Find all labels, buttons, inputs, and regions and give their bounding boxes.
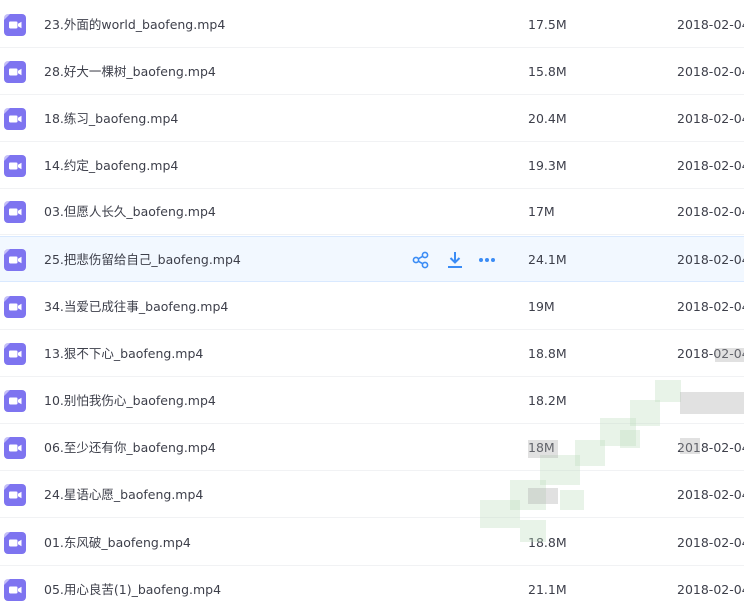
- file-row[interactable]: 23.外面的world_baofeng.mp4 17.5M 2018-02-04: [0, 2, 744, 48]
- file-date: 2018-02-04: [677, 204, 744, 219]
- file-size: 18.8M: [528, 535, 567, 550]
- video-file-icon: [4, 155, 26, 177]
- file-size: 20.4M: [528, 111, 567, 126]
- more-icon[interactable]: [476, 249, 498, 271]
- file-date: 2018-02-04: [677, 487, 744, 502]
- video-file-icon: [4, 201, 26, 223]
- file-date: 2018-02-04: [677, 158, 744, 173]
- file-name[interactable]: 10.别怕我伤心_baofeng.mp4: [44, 378, 216, 424]
- file-row[interactable]: 10.别怕我伤心_baofeng.mp4 18.2M: [0, 378, 744, 424]
- file-size: 17M: [528, 204, 555, 219]
- file-row[interactable]: 28.好大一棵树_baofeng.mp4 15.8M 2018-02-04: [0, 49, 744, 95]
- video-file-icon: [4, 296, 26, 318]
- video-file-icon: [4, 579, 26, 601]
- file-name[interactable]: 05.用心良苦(1)_baofeng.mp4: [44, 567, 221, 602]
- file-size: 18M: [528, 440, 555, 455]
- file-name[interactable]: 01.东风破_baofeng.mp4: [44, 520, 191, 566]
- file-row[interactable]: 24.星语心愿_baofeng.mp4 2018-02-04: [0, 472, 744, 518]
- file-size: 18.2M: [528, 393, 567, 408]
- video-file-icon: [4, 61, 26, 83]
- file-date: 2018-02-04: [677, 346, 744, 361]
- file-name[interactable]: 14.约定_baofeng.mp4: [44, 143, 178, 189]
- share-icon[interactable]: [410, 249, 432, 271]
- file-row[interactable]: 18.练习_baofeng.mp4 20.4M 2018-02-04: [0, 96, 744, 142]
- file-row[interactable]: 06.至少还有你_baofeng.mp4 18M 2018-02-04: [0, 425, 744, 471]
- file-size: 17.5M: [528, 17, 567, 32]
- file-name[interactable]: 24.星语心愿_baofeng.mp4: [44, 472, 203, 518]
- video-file-icon: [4, 484, 26, 506]
- file-name[interactable]: 18.练习_baofeng.mp4: [44, 96, 178, 142]
- file-name[interactable]: 25.把悲伤留给自己_baofeng.mp4: [44, 237, 241, 283]
- file-row[interactable]: 25.把悲伤留给自己_baofeng.mp4 24.1M 2018-02-04: [0, 236, 744, 282]
- video-file-icon: [4, 343, 26, 365]
- file-row[interactable]: 03.但愿人长久_baofeng.mp4 17M 2018-02-04: [0, 189, 744, 235]
- file-date: 2018-02-04: [677, 111, 744, 126]
- file-row[interactable]: 05.用心良苦(1)_baofeng.mp4 21.1M 2018-02-04: [0, 567, 744, 602]
- video-file-icon: [4, 390, 26, 412]
- file-date: 2018-02-04: [677, 299, 744, 314]
- video-file-icon: [4, 532, 26, 554]
- file-name[interactable]: 28.好大一棵树_baofeng.mp4: [44, 49, 216, 95]
- file-date: 2018-02-04: [677, 582, 744, 597]
- file-row[interactable]: 14.约定_baofeng.mp4 19.3M 2018-02-04: [0, 143, 744, 189]
- file-row[interactable]: 34.当爱已成往事_baofeng.mp4 19M 2018-02-04: [0, 284, 744, 330]
- file-size: 19.3M: [528, 158, 567, 173]
- file-date: 2018-02-04: [677, 535, 744, 550]
- file-name[interactable]: 23.外面的world_baofeng.mp4: [44, 2, 225, 48]
- file-name[interactable]: 03.但愿人长久_baofeng.mp4: [44, 189, 216, 235]
- file-size: 24.1M: [528, 252, 567, 267]
- download-icon[interactable]: [444, 249, 466, 271]
- file-row[interactable]: 01.东风破_baofeng.mp4 18.8M 2018-02-04: [0, 520, 744, 566]
- video-file-icon: [4, 108, 26, 130]
- file-date: 2018-02-04: [677, 64, 744, 79]
- row-actions: [410, 249, 500, 271]
- video-file-icon: [4, 249, 26, 271]
- file-date: 2018-02-04: [677, 440, 744, 455]
- file-name[interactable]: 13.狠不下心_baofeng.mp4: [44, 331, 203, 377]
- video-file-icon: [4, 437, 26, 459]
- file-name[interactable]: 34.当爱已成往事_baofeng.mp4: [44, 284, 228, 330]
- file-size: 21.1M: [528, 582, 567, 597]
- file-size: 18.8M: [528, 346, 567, 361]
- video-file-icon: [4, 14, 26, 36]
- file-size: 19M: [528, 299, 555, 314]
- file-list: 23.外面的world_baofeng.mp4 17.5M 2018-02-04 28…: [0, 0, 744, 602]
- file-name[interactable]: 06.至少还有你_baofeng.mp4: [44, 425, 216, 471]
- file-date: 2018-02-04: [677, 17, 744, 32]
- file-row[interactable]: 13.狠不下心_baofeng.mp4 18.8M 2018-02-04: [0, 331, 744, 377]
- file-date: 2018-02-04: [677, 252, 744, 267]
- file-size: 15.8M: [528, 64, 567, 79]
